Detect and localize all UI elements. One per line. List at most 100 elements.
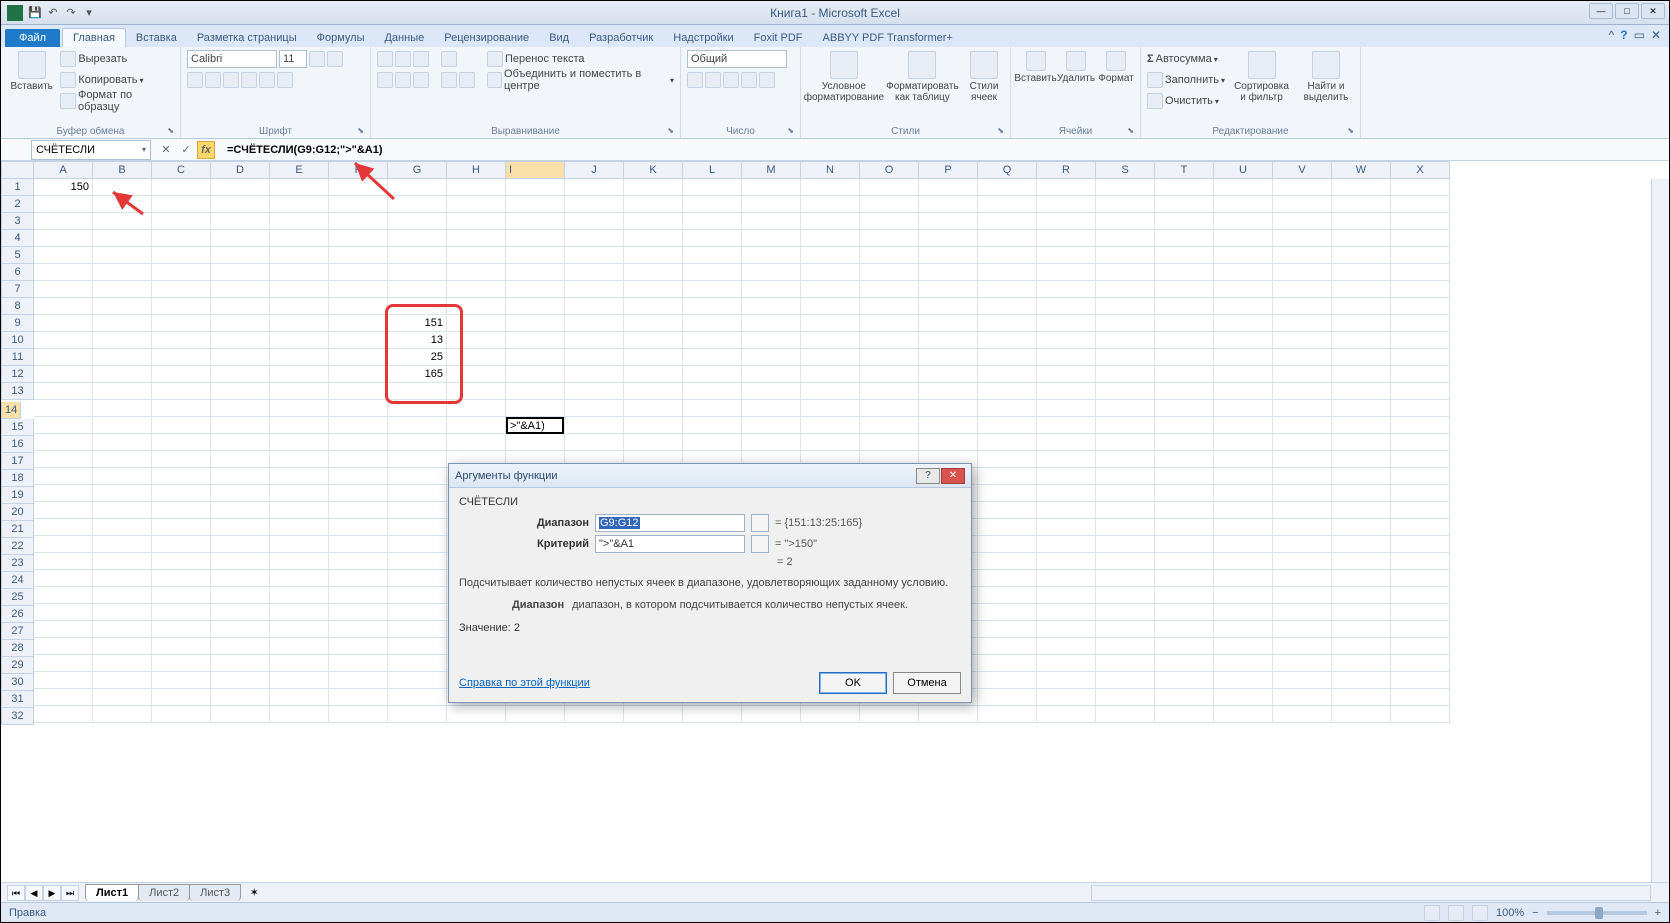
cell[interactable] bbox=[1332, 621, 1391, 638]
column-header[interactable]: T bbox=[1155, 161, 1214, 179]
indent-dec-icon[interactable] bbox=[441, 72, 457, 88]
row-header[interactable]: 13 bbox=[1, 383, 34, 400]
cell[interactable] bbox=[211, 485, 270, 502]
cell[interactable] bbox=[1096, 332, 1155, 349]
cell[interactable] bbox=[1273, 502, 1332, 519]
cell[interactable] bbox=[1273, 349, 1332, 366]
cell[interactable] bbox=[329, 349, 388, 366]
sheet-nav-prev-icon[interactable]: ◀ bbox=[25, 885, 43, 901]
cell[interactable] bbox=[211, 587, 270, 604]
align-middle-icon[interactable] bbox=[395, 51, 411, 67]
cell[interactable] bbox=[506, 366, 565, 383]
cell[interactable] bbox=[93, 519, 152, 536]
cell[interactable] bbox=[93, 689, 152, 706]
cell[interactable] bbox=[1391, 434, 1450, 451]
new-sheet-icon[interactable]: ✶ bbox=[244, 886, 264, 899]
cell[interactable] bbox=[329, 281, 388, 298]
cell[interactable] bbox=[329, 366, 388, 383]
cell[interactable] bbox=[211, 604, 270, 621]
cell[interactable] bbox=[1332, 553, 1391, 570]
cell[interactable] bbox=[1155, 213, 1214, 230]
cell[interactable] bbox=[1037, 536, 1096, 553]
column-header[interactable]: P bbox=[919, 161, 978, 179]
row-header[interactable]: 5 bbox=[1, 247, 34, 264]
cell[interactable] bbox=[683, 264, 742, 281]
cell[interactable] bbox=[93, 230, 152, 247]
cell[interactable] bbox=[34, 383, 93, 400]
cell[interactable] bbox=[388, 570, 447, 587]
cell[interactable] bbox=[1037, 264, 1096, 281]
cell[interactable] bbox=[1096, 179, 1155, 196]
cell[interactable] bbox=[683, 366, 742, 383]
cell[interactable] bbox=[1332, 383, 1391, 400]
cell[interactable] bbox=[211, 247, 270, 264]
cell[interactable] bbox=[1037, 434, 1096, 451]
row-header[interactable]: 27 bbox=[1, 623, 34, 640]
cell[interactable] bbox=[93, 349, 152, 366]
cell[interactable] bbox=[270, 553, 329, 570]
cell[interactable] bbox=[801, 332, 860, 349]
cell[interactable] bbox=[1096, 485, 1155, 502]
cell[interactable] bbox=[388, 434, 447, 451]
cell[interactable] bbox=[329, 298, 388, 315]
cell[interactable] bbox=[152, 553, 211, 570]
cell[interactable] bbox=[978, 536, 1037, 553]
percent-icon[interactable] bbox=[705, 72, 721, 88]
cell[interactable] bbox=[93, 264, 152, 281]
cell[interactable] bbox=[211, 536, 270, 553]
cell[interactable] bbox=[683, 247, 742, 264]
cell[interactable] bbox=[93, 587, 152, 604]
cell[interactable] bbox=[683, 315, 742, 332]
cell[interactable] bbox=[1391, 604, 1450, 621]
copy-button[interactable]: Копировать▾ bbox=[60, 70, 174, 90]
cell[interactable] bbox=[742, 383, 801, 400]
find-select-button[interactable]: Найти и выделить bbox=[1298, 49, 1354, 105]
cell[interactable] bbox=[1214, 196, 1273, 213]
column-header[interactable]: X bbox=[1391, 161, 1450, 179]
cell[interactable] bbox=[34, 570, 93, 587]
conditional-formatting-button[interactable]: Условное форматирование bbox=[807, 49, 881, 105]
cell[interactable] bbox=[388, 587, 447, 604]
cell[interactable] bbox=[1037, 213, 1096, 230]
cell[interactable] bbox=[211, 689, 270, 706]
cell[interactable] bbox=[93, 553, 152, 570]
cell[interactable] bbox=[152, 230, 211, 247]
cell[interactable] bbox=[152, 604, 211, 621]
cell[interactable] bbox=[506, 434, 565, 451]
cell[interactable] bbox=[1391, 400, 1450, 417]
align-right-icon[interactable] bbox=[413, 72, 429, 88]
cell[interactable] bbox=[447, 298, 506, 315]
cell[interactable] bbox=[801, 264, 860, 281]
cell[interactable] bbox=[742, 247, 801, 264]
cell[interactable] bbox=[860, 281, 919, 298]
cell[interactable] bbox=[270, 587, 329, 604]
cell[interactable] bbox=[565, 179, 624, 196]
cell[interactable] bbox=[978, 519, 1037, 536]
cell[interactable] bbox=[506, 213, 565, 230]
row-header[interactable]: 21 bbox=[1, 521, 34, 538]
cell[interactable] bbox=[1155, 332, 1214, 349]
cell[interactable] bbox=[388, 213, 447, 230]
cell[interactable] bbox=[1096, 247, 1155, 264]
cell[interactable] bbox=[1214, 434, 1273, 451]
cell[interactable] bbox=[93, 604, 152, 621]
cell[interactable] bbox=[1214, 519, 1273, 536]
help-icon[interactable]: ? bbox=[1620, 28, 1627, 42]
cell[interactable] bbox=[624, 400, 683, 417]
cell[interactable] bbox=[270, 230, 329, 247]
cell[interactable] bbox=[152, 655, 211, 672]
merge-center-button[interactable]: Объединить и поместить в центре▾ bbox=[487, 70, 674, 90]
range-selector-icon[interactable] bbox=[751, 535, 769, 553]
cell[interactable] bbox=[1037, 604, 1096, 621]
cell[interactable] bbox=[329, 706, 388, 723]
arg-range-input[interactable]: G9:G12 bbox=[595, 514, 745, 532]
cell[interactable] bbox=[93, 400, 152, 417]
cell[interactable] bbox=[860, 298, 919, 315]
grow-font-icon[interactable] bbox=[309, 51, 325, 67]
cell[interactable] bbox=[506, 230, 565, 247]
column-header[interactable]: O bbox=[860, 161, 919, 179]
cell[interactable] bbox=[1332, 587, 1391, 604]
cell[interactable] bbox=[34, 621, 93, 638]
cell[interactable] bbox=[1037, 315, 1096, 332]
cell[interactable] bbox=[1391, 570, 1450, 587]
